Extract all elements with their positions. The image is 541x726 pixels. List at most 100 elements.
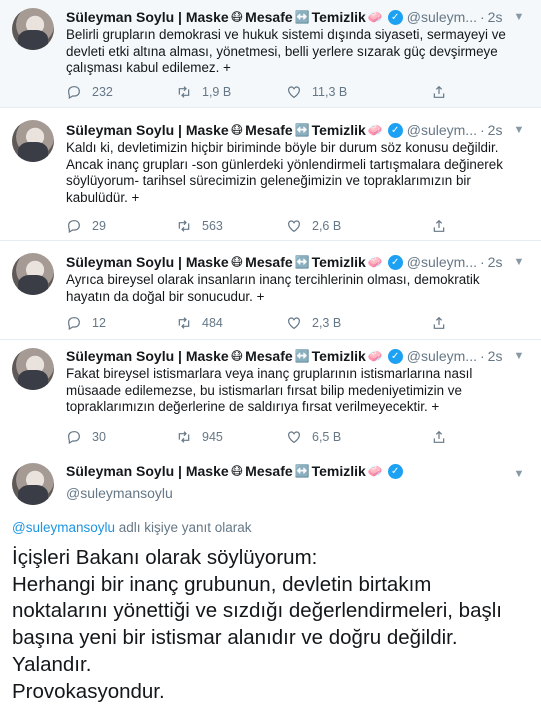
avatar[interactable]: [12, 8, 54, 50]
soap-emoji: 🧼: [367, 10, 383, 24]
share-button[interactable]: [431, 314, 447, 332]
reply-button[interactable]: 30: [66, 428, 106, 446]
reply-icon: [68, 317, 80, 331]
retweet-count: 484: [202, 316, 223, 330]
share-icon: [433, 85, 445, 98]
author-name-part[interactable]: Temizlik: [312, 254, 366, 270]
chevron-down-icon[interactable]: ▼: [511, 9, 527, 25]
soap-emoji: 🧼: [367, 464, 383, 478]
verified-badge-icon: ✓: [387, 348, 403, 364]
retweet-button[interactable]: 945: [176, 428, 223, 446]
author-handle[interactable]: @suleym...: [407, 9, 477, 25]
avatar[interactable]: [12, 120, 54, 162]
like-icon: [288, 86, 300, 99]
author-name-part[interactable]: Mesafe: [245, 9, 292, 25]
avatar[interactable]: [12, 253, 54, 295]
author-name-part[interactable]: Temizlik: [312, 348, 366, 364]
verified-badge-icon: ✓: [387, 9, 403, 25]
soap-emoji: 🧼: [367, 349, 383, 363]
like-icon: [288, 317, 300, 330]
timestamp[interactable]: 2s: [488, 254, 503, 270]
mask-emoji: 😷: [230, 255, 244, 269]
author-name-part[interactable]: Temizlik: [312, 122, 366, 138]
like-button[interactable]: 6,5 B: [286, 428, 341, 446]
retweet-icon: [178, 220, 190, 232]
arrows-emoji: ↔️: [294, 123, 310, 137]
tweet-actions: 12 484 2,3 B: [66, 314, 466, 332]
reply-button[interactable]: 232: [66, 83, 113, 101]
author-name[interactable]: Süleyman Soylu | Maske: [66, 254, 229, 270]
arrows-emoji: ↔️: [294, 464, 310, 478]
tweet-actions: 29 563 2,6 B: [66, 217, 466, 235]
arrows-emoji: ↔️: [294, 255, 310, 269]
tweet-text: Ayrıca bireysel olarak insanların inanç …: [66, 272, 480, 304]
share-button[interactable]: [431, 217, 447, 235]
verified-badge-icon: ✓: [387, 254, 403, 270]
retweet-button[interactable]: 1,9 B: [176, 83, 231, 101]
chevron-down-icon[interactable]: ▼: [511, 348, 527, 364]
reply-icon: [68, 431, 80, 445]
tweet[interactable]: Süleyman Soylu | Maske 😷 Mesafe ↔️ Temiz…: [0, 108, 541, 241]
retweet-icon: [178, 431, 190, 443]
author-name-part[interactable]: Mesafe: [245, 122, 292, 138]
main-text-line: Herhangi bir inanç grubunun, devletin bi…: [12, 572, 432, 596]
reply-user-link[interactable]: @suleymansoylu: [12, 520, 115, 535]
author-name[interactable]: Süleyman Soylu | Maske: [66, 348, 229, 364]
main-text-line: başına yeni bir istismar alanıdır ve doğ…: [12, 626, 458, 650]
timestamp[interactable]: 2s: [488, 9, 503, 25]
author-handle[interactable]: @suleymansoylu: [66, 485, 173, 501]
author-name[interactable]: Süleyman Soylu | Maske: [66, 9, 229, 25]
retweet-count: 945: [202, 430, 223, 444]
chevron-down-icon[interactable]: ▼: [511, 466, 527, 482]
like-icon: [288, 431, 300, 444]
like-button[interactable]: 2,3 B: [286, 314, 341, 332]
author-name[interactable]: Süleyman Soylu | Maske: [66, 122, 229, 138]
author-name-part[interactable]: Temizlik: [312, 9, 366, 25]
main-text-line: Yalandır.: [12, 652, 92, 676]
main-tweet-header: Süleyman Soylu | Maske 😷 Mesafe ↔️ Temiz…: [66, 463, 403, 479]
retweet-button[interactable]: 563: [176, 217, 223, 235]
verified-badge-icon: ✓: [387, 463, 403, 479]
author-name-part[interactable]: Mesafe: [245, 463, 292, 479]
timestamp[interactable]: 2s: [488, 122, 503, 138]
reply-button[interactable]: 12: [66, 314, 106, 332]
author-handle[interactable]: @suleym...: [407, 254, 477, 270]
tweet-actions: 232 1,9 B 11,3 B: [66, 83, 466, 101]
chevron-down-icon[interactable]: ▼: [511, 122, 527, 138]
retweet-icon: [178, 86, 190, 98]
share-button[interactable]: [431, 428, 447, 446]
separator-dot: ·: [479, 9, 485, 25]
arrows-emoji: ↔️: [294, 349, 310, 363]
author-name-part[interactable]: Mesafe: [245, 348, 292, 364]
main-text-line: noktalarını yönettiği ve sızdığı değerle…: [12, 599, 502, 623]
share-icon: [433, 430, 445, 443]
author-name-part[interactable]: Temizlik: [312, 463, 366, 479]
tweet[interactable]: Süleyman Soylu | Maske 😷 Mesafe ↔️ Temiz…: [0, 241, 541, 340]
like-button[interactable]: 2,6 B: [286, 217, 341, 235]
share-button[interactable]: [431, 83, 447, 101]
retweet-button[interactable]: 484: [176, 314, 223, 332]
author-handle[interactable]: @suleym...: [407, 122, 477, 138]
author-name[interactable]: Süleyman Soylu | Maske: [66, 463, 229, 479]
like-count: 11,3 B: [312, 85, 348, 99]
author-name-part[interactable]: Mesafe: [245, 254, 292, 270]
avatar[interactable]: [12, 348, 54, 390]
main-text-line: İçişleri Bakanı olarak söylüyorum:: [12, 546, 318, 569]
mask-emoji: 😷: [230, 349, 244, 363]
tweet[interactable]: Süleyman Soylu | Maske 😷 Mesafe ↔️ Temiz…: [0, 340, 541, 456]
avatar[interactable]: [12, 463, 54, 505]
reply-button[interactable]: 29: [66, 217, 106, 235]
retweet-count: 563: [202, 219, 223, 233]
author-handle[interactable]: @suleym...: [407, 348, 477, 364]
chevron-down-icon[interactable]: ▼: [511, 254, 527, 270]
share-icon: [433, 219, 445, 232]
reply-context-text: adlı kişiye yanıt olarak: [115, 520, 252, 535]
tweet-text: Kaldı ki, devletimizin hiçbir biriminde …: [66, 140, 503, 205]
timestamp[interactable]: 2s: [488, 348, 503, 364]
reply-icon: [68, 220, 80, 234]
main-tweet-text: İçişleri Bakanı olarak söylüyorum: Herha…: [12, 545, 532, 705]
reply-icon: [68, 86, 80, 100]
tweet-header: Süleyman Soylu | Maske 😷 Mesafe ↔️ Temiz…: [66, 252, 531, 272]
tweet[interactable]: Süleyman Soylu | Maske 😷 Mesafe ↔️ Temiz…: [0, 0, 541, 108]
like-button[interactable]: 11,3 B: [286, 83, 347, 101]
